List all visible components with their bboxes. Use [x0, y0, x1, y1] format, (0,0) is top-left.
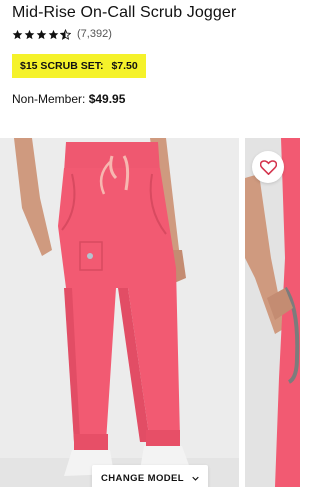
change-model-button[interactable]: CHANGE MODEL [92, 465, 208, 487]
chevron-down-icon [192, 476, 199, 481]
change-model-label: CHANGE MODEL [101, 472, 184, 484]
star-rating [12, 28, 71, 40]
star-icon [36, 29, 47, 39]
price-label: Non-Member: [12, 92, 86, 106]
price-value: $49.95 [88, 92, 126, 106]
product-rating[interactable]: (7,392) [12, 28, 112, 40]
favorite-button[interactable] [252, 151, 284, 183]
promo-badge: $15 SCRUB SET: $7.50 [12, 54, 146, 78]
product-image-front[interactable] [0, 138, 239, 487]
promo-label: $15 SCRUB SET: [20, 60, 104, 72]
product-gallery[interactable] [0, 138, 300, 487]
heart-icon [259, 159, 277, 175]
non-member-price: Non-Member: $49.95 [12, 92, 125, 106]
star-icon [48, 29, 59, 39]
star-icon [12, 29, 23, 39]
star-icon [24, 29, 35, 39]
star-half-icon [60, 28, 71, 40]
review-count[interactable]: (7,392) [77, 28, 112, 40]
product-title: Mid-Rise On-Call Scrub Jogger [12, 4, 237, 21]
product-image-side[interactable] [245, 138, 300, 487]
promo-price: $7.50 [111, 60, 138, 72]
